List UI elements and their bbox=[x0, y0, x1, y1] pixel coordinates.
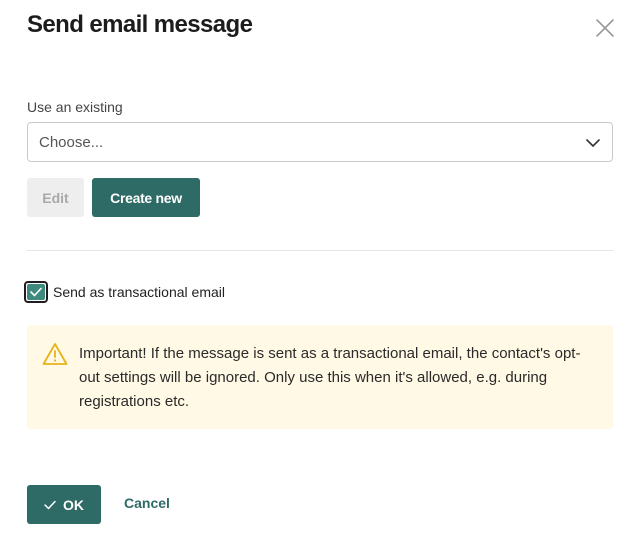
transactional-checkbox[interactable] bbox=[24, 281, 48, 303]
existing-select[interactable]: Choose... bbox=[27, 122, 613, 162]
transactional-warning-alert: Important! If the message is sent as a t… bbox=[27, 325, 613, 429]
close-icon bbox=[596, 19, 614, 37]
warning-icon bbox=[42, 343, 68, 365]
ok-button[interactable]: OK bbox=[27, 485, 101, 524]
chevron-down-icon bbox=[586, 139, 600, 147]
create-new-button[interactable]: Create new bbox=[92, 178, 200, 217]
send-email-dialog: Send email message Use an existing Choos… bbox=[0, 0, 642, 536]
existing-label: Use an existing bbox=[27, 99, 123, 115]
existing-select-value: Choose... bbox=[39, 133, 104, 151]
transactional-checkbox-label[interactable]: Send as transactional email bbox=[53, 284, 225, 300]
alert-text: Important! If the message is sent as a t… bbox=[79, 345, 581, 410]
checkmark-icon bbox=[30, 287, 42, 297]
edit-button[interactable]: Edit bbox=[27, 178, 84, 217]
dialog-title: Send email message bbox=[27, 11, 253, 38]
check-icon bbox=[44, 500, 56, 509]
close-button[interactable] bbox=[594, 17, 616, 39]
cancel-button[interactable]: Cancel bbox=[124, 495, 170, 511]
divider bbox=[27, 250, 613, 251]
ok-button-label: OK bbox=[63, 496, 84, 513]
